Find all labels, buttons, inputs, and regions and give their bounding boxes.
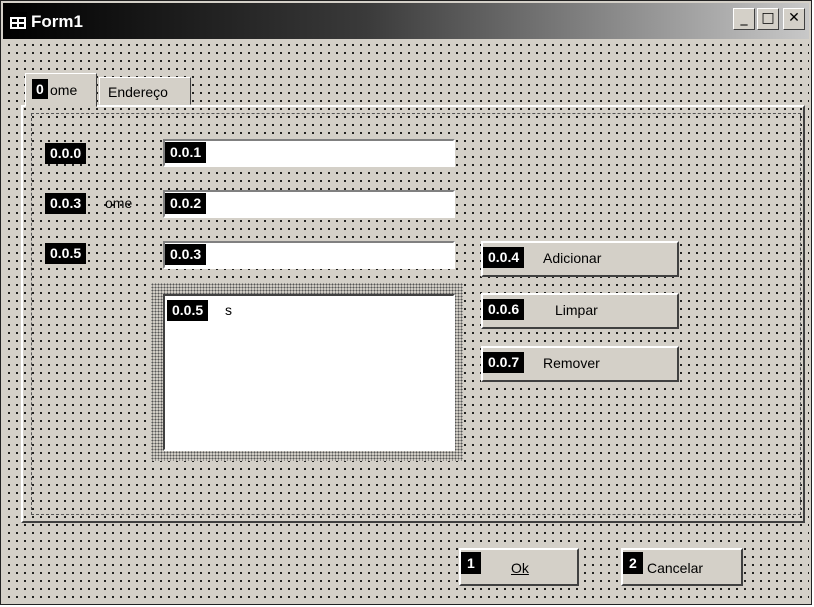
title-bar[interactable]: Form1 _ □ ✕ (3, 3, 809, 39)
button-badge: 0.0.7 (483, 352, 525, 373)
listbox[interactable]: 0.0.5 s (163, 294, 455, 451)
minimize-icon: _ (740, 10, 748, 26)
textbox-1[interactable]: 0.0.1 (163, 139, 455, 167)
button-badge: 2 (623, 552, 643, 574)
textbox-2[interactable]: 0.0.2 (163, 190, 455, 218)
close-icon: ✕ (788, 10, 800, 26)
cancelar-button[interactable]: 2 Cancelar (621, 548, 743, 586)
label-0-0-5: 0.0.5 (45, 243, 87, 264)
button-badge: 0.0.6 (483, 299, 525, 320)
form-window-icon (9, 12, 27, 30)
ok-button[interactable]: 1 Ok (459, 548, 579, 586)
minimize-button[interactable]: _ (733, 8, 755, 30)
maximize-button[interactable]: □ (757, 8, 779, 30)
tab-endereco[interactable]: Endereço (99, 77, 191, 105)
listbox-text: s (225, 302, 232, 318)
textbox-badge: 0.0.2 (165, 193, 207, 214)
maximize-icon: □ (761, 10, 775, 26)
listbox-badge: 0.0.5 (167, 300, 209, 321)
tab-badge: 0 (32, 79, 48, 99)
adicionar-button[interactable]: 0.0.4 Adicionar (481, 241, 679, 277)
remover-button[interactable]: 0.0.7 Remover (481, 346, 679, 382)
limpar-label: Limpar (555, 302, 598, 318)
label-0-0-0: 0.0.0 (45, 143, 87, 164)
textbox-badge: 0.0.1 (165, 142, 207, 163)
textbox-badge: 0.0.3 (165, 244, 207, 265)
tab-label: Endereço (108, 84, 168, 100)
close-button[interactable]: ✕ (783, 8, 805, 30)
adicionar-label: Adicionar (543, 250, 602, 266)
tab-label: ome (50, 82, 78, 98)
button-badge: 0.0.4 (483, 247, 525, 268)
remover-label: Remover (543, 355, 600, 371)
label-nome-text: ome (105, 195, 133, 211)
window-title: Form1 (31, 12, 83, 31)
tab-nome[interactable]: 0 ome (25, 73, 97, 107)
button-badge: 1 (461, 552, 481, 574)
label-0-0-3: 0.0.3 (45, 193, 87, 214)
limpar-button[interactable]: 0.0.6 Limpar (481, 293, 679, 329)
form-window: Form1 _ □ ✕ 0 ome Endereço 0.0.0 0.0.3 o… (0, 0, 812, 605)
ok-label: Ok (511, 560, 529, 576)
cancelar-label: Cancelar (647, 560, 704, 576)
textbox-3[interactable]: 0.0.3 (163, 241, 455, 269)
